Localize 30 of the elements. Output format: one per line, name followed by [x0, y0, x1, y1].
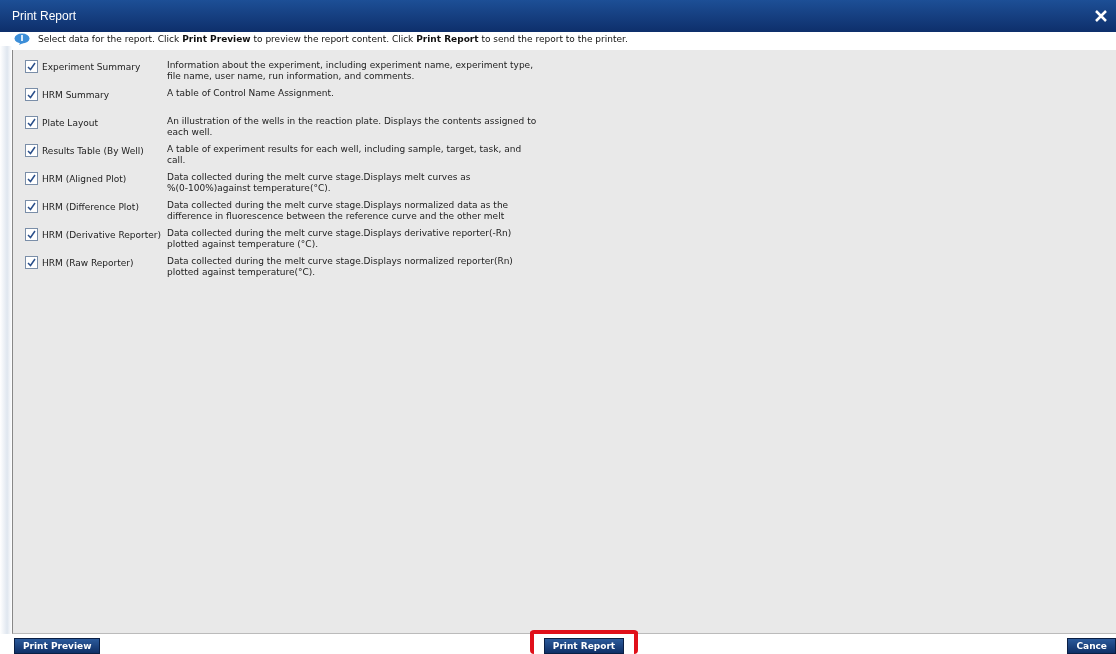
section-description: A table of experiment results for each well, including sample, target, task, and call. — [167, 144, 522, 166]
instruction-text: Select data for the report. Click Print Preview to preview the report content. Click Print Report to send the report to the printer. — [38, 34, 628, 44]
checkbox[interactable] — [25, 116, 38, 129]
section-description: Data collected during the melt curve stage.Displays normalized data as the difference in fluorescence between the reference curve and the other melt — [167, 200, 509, 222]
checkbox[interactable] — [25, 256, 38, 269]
checkbox[interactable] — [25, 144, 38, 157]
window-title: Print Report — [12, 9, 77, 23]
speech-bubble-icon — [14, 33, 30, 45]
section-label: HRM (Derivative Reporter) — [42, 229, 161, 240]
section-description: Data collected during the melt curve stage.Displays melt curves as %(0-100%)against temperature(°C). — [167, 172, 471, 194]
section-description: A table of Control Name Assignment. — [167, 88, 334, 99]
section-description: Information about the experiment, including experiment name, experiment type, file name, user name, run information, and comments. — [167, 60, 533, 82]
section-label: HRM (Raw Reporter) — [42, 257, 134, 268]
section-description: Data collected during the melt curve stage.Displays derivative reporter(-Rn) plotted against temperature (°C). — [167, 228, 512, 250]
section-description: Data collected during the melt curve stage.Displays normalized reporter(Rn) plotted against temperature(°C). — [167, 256, 513, 278]
checkbox[interactable] — [25, 228, 38, 241]
section-label: HRM Summary — [42, 89, 110, 100]
cancel-button[interactable]: Cance — [1067, 638, 1116, 654]
print-button[interactable]: Print Report — [543, 638, 625, 654]
checkbox[interactable] — [25, 88, 38, 101]
section-label: HRM (Difference Plot) — [42, 201, 139, 212]
section-description: An illustration of the wells in the reaction plate. Displays the contents assigned to each well. — [167, 116, 537, 138]
checkbox[interactable] — [25, 60, 38, 73]
preview-button[interactable]: Print Preview — [14, 638, 101, 654]
section-label: HRM (Aligned Plot) — [42, 173, 127, 184]
section-label: Results Table (By Well) — [42, 145, 144, 156]
section-label: Plate Layout — [42, 117, 98, 128]
section-label: Experiment Summary — [42, 61, 141, 72]
checkbox[interactable] — [25, 172, 38, 185]
checkbox[interactable] — [25, 200, 38, 213]
